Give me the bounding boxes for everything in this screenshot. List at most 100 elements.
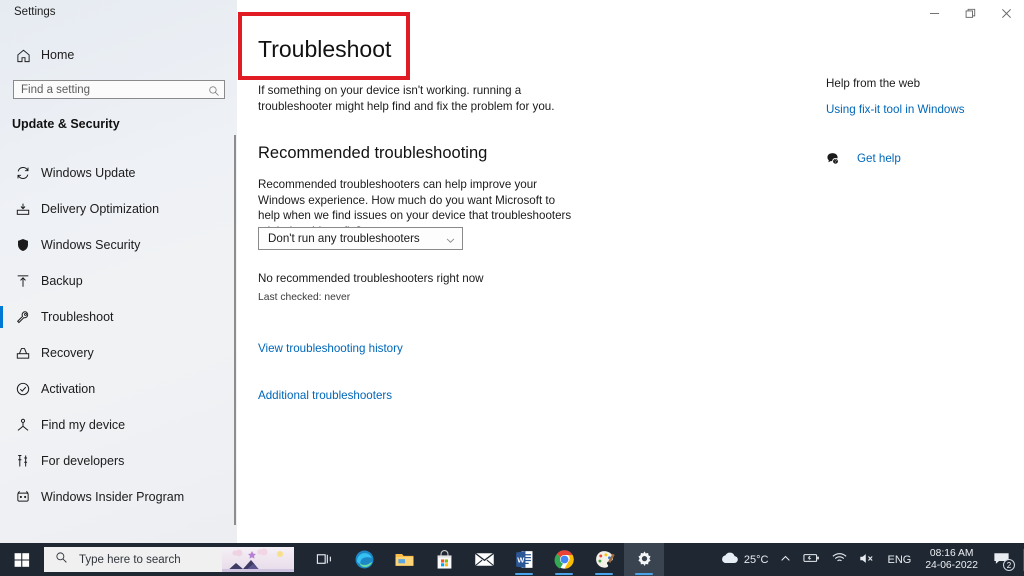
- taskbar-clock[interactable]: 08:16 AM 24-06-2022: [917, 543, 986, 576]
- sidebar-item-troubleshoot[interactable]: Troubleshoot: [0, 299, 237, 335]
- recommendation-status: No recommended troubleshooters right now: [258, 272, 484, 285]
- minimize-button[interactable]: [916, 0, 952, 27]
- close-button[interactable]: [988, 0, 1024, 27]
- search-icon: [55, 551, 68, 569]
- sidebar-item-label: Activation: [41, 382, 96, 396]
- taskbar-search-placeholder: Type here to search: [79, 553, 181, 566]
- taskbar: Type here to search W 25°C ENG 08:16 AM …: [0, 543, 1024, 576]
- tray-volume-button[interactable]: [853, 543, 881, 576]
- main-content: Troubleshoot If something on your device…: [237, 0, 1024, 543]
- system-tray: 25°C ENG 08:16 AM 24-06-2022 2: [714, 543, 1024, 576]
- sidebar-item-recovery[interactable]: Recovery: [0, 335, 237, 371]
- task-view-icon: [316, 554, 331, 564]
- svg-text:W: W: [517, 555, 525, 564]
- tray-language-indicator[interactable]: ENG: [881, 543, 917, 576]
- taskbar-file-explorer-button[interactable]: [384, 543, 424, 576]
- taskbar-app-icons: W: [304, 543, 664, 576]
- window-title: Settings: [14, 6, 56, 18]
- sidebar-item-label: Find my device: [41, 418, 126, 432]
- taskbar-settings-button[interactable]: [624, 543, 664, 576]
- sidebar-item-label: Windows Insider Program: [41, 490, 185, 504]
- sidebar-home-label: Home: [41, 48, 75, 62]
- search-icon: [208, 84, 220, 96]
- sidebar-item-windows-security[interactable]: Windows Security: [0, 227, 237, 263]
- store-icon: [437, 549, 451, 569]
- tray-weather-temp: 25°C: [743, 553, 769, 566]
- sidebar-item-label: Delivery Optimization: [41, 202, 160, 216]
- tray-weather[interactable]: 25°C: [714, 543, 775, 576]
- tray-network-button[interactable]: [826, 543, 853, 576]
- settings-window: Settings Home Find a setting Update & Se…: [0, 0, 1024, 576]
- recommended-troubleshooting-heading: Recommended troubleshooting: [258, 144, 488, 162]
- sidebar-item-for-developers[interactable]: For developers: [0, 443, 237, 479]
- upload-arrow-icon: [14, 272, 32, 290]
- additional-troubleshooters-link[interactable]: Additional troubleshooters: [258, 389, 392, 402]
- sidebar-item-label: Backup: [41, 274, 83, 288]
- sidebar-item-home[interactable]: Home: [0, 43, 237, 67]
- sidebar-item-windows-update[interactable]: Windows Update: [0, 155, 237, 191]
- windows-start-icon: [14, 552, 30, 567]
- speaker-muted-icon: [859, 552, 875, 568]
- home-icon: [14, 46, 32, 64]
- refresh-icon: [14, 164, 32, 182]
- notification-count-badge: 2: [1003, 559, 1015, 571]
- page-intro-text: If something on your device isn't workin…: [258, 84, 555, 113]
- gear-icon: [637, 551, 651, 566]
- check-circle-icon: [14, 380, 32, 398]
- paint-palette-icon: [595, 551, 615, 568]
- sidebar-item-label: For developers: [41, 454, 125, 468]
- chevron-down-icon: [445, 233, 456, 244]
- sidebar-item-find-my-device[interactable]: Find my device: [0, 407, 237, 443]
- tray-battery-button[interactable]: [797, 543, 826, 576]
- clock-date: 24-06-2022: [925, 559, 978, 571]
- edge-icon: [355, 550, 373, 569]
- page-title: Troubleshoot: [258, 36, 392, 62]
- taskbar-task-view-button[interactable]: [304, 543, 344, 576]
- taskbar-microsoft-store-button[interactable]: [424, 543, 464, 576]
- window-controls: [916, 0, 1024, 27]
- developer-tools-icon: [14, 452, 32, 470]
- tray-overflow-button[interactable]: [774, 543, 797, 576]
- insider-icon: [14, 488, 32, 506]
- get-help-button[interactable]: ? Get help: [825, 151, 901, 166]
- clock-time: 08:16 AM: [929, 547, 974, 559]
- word-icon: W: [515, 550, 532, 569]
- sidebar: Settings Home Find a setting Update & Se…: [0, 0, 237, 543]
- taskbar-microsoft-edge-button[interactable]: [344, 543, 384, 576]
- search-input[interactable]: Find a setting: [13, 80, 225, 99]
- last-checked-status: Last checked: never: [258, 292, 351, 303]
- taskbar-paint-button[interactable]: [584, 543, 624, 576]
- search-preview-thumbnail: [222, 547, 294, 572]
- taskbar-google-chrome-button[interactable]: [544, 543, 584, 576]
- sidebar-item-label: Troubleshoot: [41, 310, 114, 324]
- sidebar-item-backup[interactable]: Backup: [0, 263, 237, 299]
- wrench-icon: [14, 308, 32, 326]
- folder-icon: [395, 553, 413, 566]
- taskbar-mail-button[interactable]: [464, 543, 504, 576]
- question-bubble-icon: ?: [825, 151, 840, 166]
- sidebar-nav: Windows Update Delivery Optimization Win…: [0, 155, 237, 515]
- locate-device-icon: [14, 416, 32, 434]
- sidebar-item-label: Windows Security: [41, 238, 141, 252]
- shield-icon: [14, 236, 32, 254]
- restore-button[interactable]: [952, 0, 988, 27]
- wifi-icon: [832, 552, 847, 567]
- help-web-link[interactable]: Using fix-it tool in Windows: [826, 103, 965, 116]
- sidebar-item-label: Windows Update: [41, 166, 136, 180]
- sidebar-item-label: Recovery: [41, 346, 94, 360]
- sidebar-item-windows-insider-program[interactable]: Windows Insider Program: [0, 479, 237, 515]
- cloud-icon: [720, 551, 739, 568]
- sidebar-section-header: Update & Security: [12, 117, 120, 131]
- view-troubleshooting-history-link[interactable]: View troubleshooting history: [258, 342, 403, 355]
- start-button[interactable]: [0, 543, 44, 576]
- delivery-icon: [14, 200, 32, 218]
- chrome-icon: [554, 550, 574, 569]
- sidebar-item-activation[interactable]: Activation: [0, 371, 237, 407]
- notification-center-button[interactable]: 2: [986, 543, 1021, 576]
- taskbar-microsoft-word-button[interactable]: W: [504, 543, 544, 576]
- sidebar-item-delivery-optimization[interactable]: Delivery Optimization: [0, 191, 237, 227]
- sidebar-scrollbar[interactable]: [234, 135, 236, 525]
- taskbar-search-input[interactable]: Type here to search: [44, 547, 294, 572]
- troubleshooter-level-dropdown[interactable]: Don't run any troubleshooters: [258, 227, 463, 250]
- mail-icon: [474, 552, 494, 567]
